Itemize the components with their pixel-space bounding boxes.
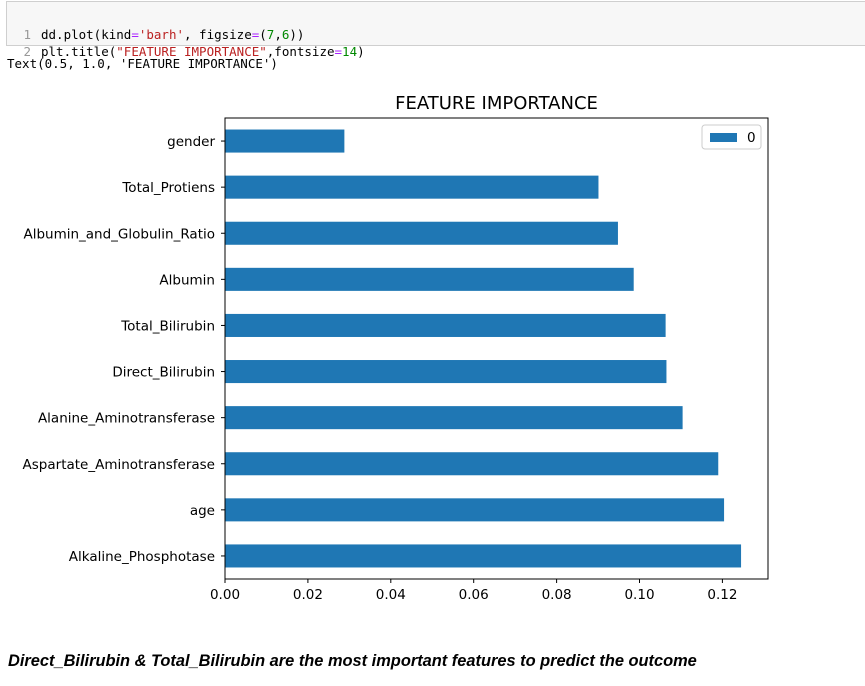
y-tick-label: gender <box>167 134 215 150</box>
bar-alkaline-phosphotase <box>225 544 742 568</box>
bar-albumin-and-globulin-ratio <box>225 221 618 245</box>
bar-gender <box>225 129 345 153</box>
bar-total-protiens <box>225 175 599 199</box>
code-token: ( <box>259 27 267 42</box>
code-token: = <box>131 27 139 42</box>
code-line-2[interactable]: 2 plt.title("FEATURE IMPORTANCE",fontsize… <box>7 26 364 59</box>
x-tick-label: 0.02 <box>293 587 323 603</box>
bar-aspartate-aminotransferase <box>225 452 719 476</box>
bar-direct-bilirubin <box>225 360 667 384</box>
bar-alanine-aminotransferase <box>225 406 683 430</box>
conclusion-text: Direct_Bilirubin & Total_Bilirubin are t… <box>8 652 697 670</box>
cell-output-text: Text(0.5, 1.0, 'FEATURE IMPORTANCE') <box>7 56 278 71</box>
y-tick-label: Aspartate_Aminotransferase <box>23 457 215 473</box>
code-token: )) <box>289 27 305 42</box>
code-cell[interactable]: 1 dd.plot(kind='barh', figsize=(7,6)) 2 pl… <box>6 1 865 59</box>
y-tick-label: Direct_Bilirubin <box>112 365 215 381</box>
y-tick-label: Albumin <box>159 272 215 288</box>
x-tick-label: 0.08 <box>542 587 572 603</box>
y-tick-label: age <box>190 503 215 519</box>
bar-total-bilirubin <box>225 313 666 337</box>
code-token: 'barh' <box>138 27 184 42</box>
x-tick-label: 0.12 <box>707 587 737 603</box>
y-tick-label: Total_Bilirubin <box>120 318 215 334</box>
x-tick-label: 0.06 <box>459 587 489 603</box>
feature-importance-chart: FEATURE IMPORTANCE Alkaline_Phosphotase ag… <box>23 93 769 603</box>
code-token: = <box>334 44 343 59</box>
y-tick-label: Albumin_and_Globulin_Ratio <box>23 226 215 242</box>
legend-label: 0 <box>747 130 756 146</box>
bar-age <box>225 498 725 522</box>
chart-title: FEATURE IMPORTANCE <box>395 93 598 114</box>
x-tick-label: 0.10 <box>624 587 654 603</box>
bar-albumin <box>225 267 634 291</box>
code-line-1[interactable]: 1 dd.plot(kind='barh', figsize=(7,6)) <box>7 9 304 42</box>
y-tick-label: Alanine_Aminotransferase <box>38 411 215 427</box>
code-text[interactable]: dd.plot(kind='barh', figsize=(7,6)) <box>41 26 304 43</box>
x-tick-label: 0.00 <box>210 587 240 603</box>
code-token: dd.plot(kind <box>41 27 132 42</box>
y-tick-label: Total_Protiens <box>121 180 215 196</box>
y-tick-label: Alkaline_Phosphotase <box>69 549 215 565</box>
code-token: , <box>274 27 282 42</box>
code-token: ) <box>357 44 365 59</box>
code-token: 14 <box>342 44 358 59</box>
code-token: , figsize <box>184 27 252 42</box>
legend-swatch <box>710 133 737 142</box>
x-tick-label: 0.04 <box>376 587 406 603</box>
